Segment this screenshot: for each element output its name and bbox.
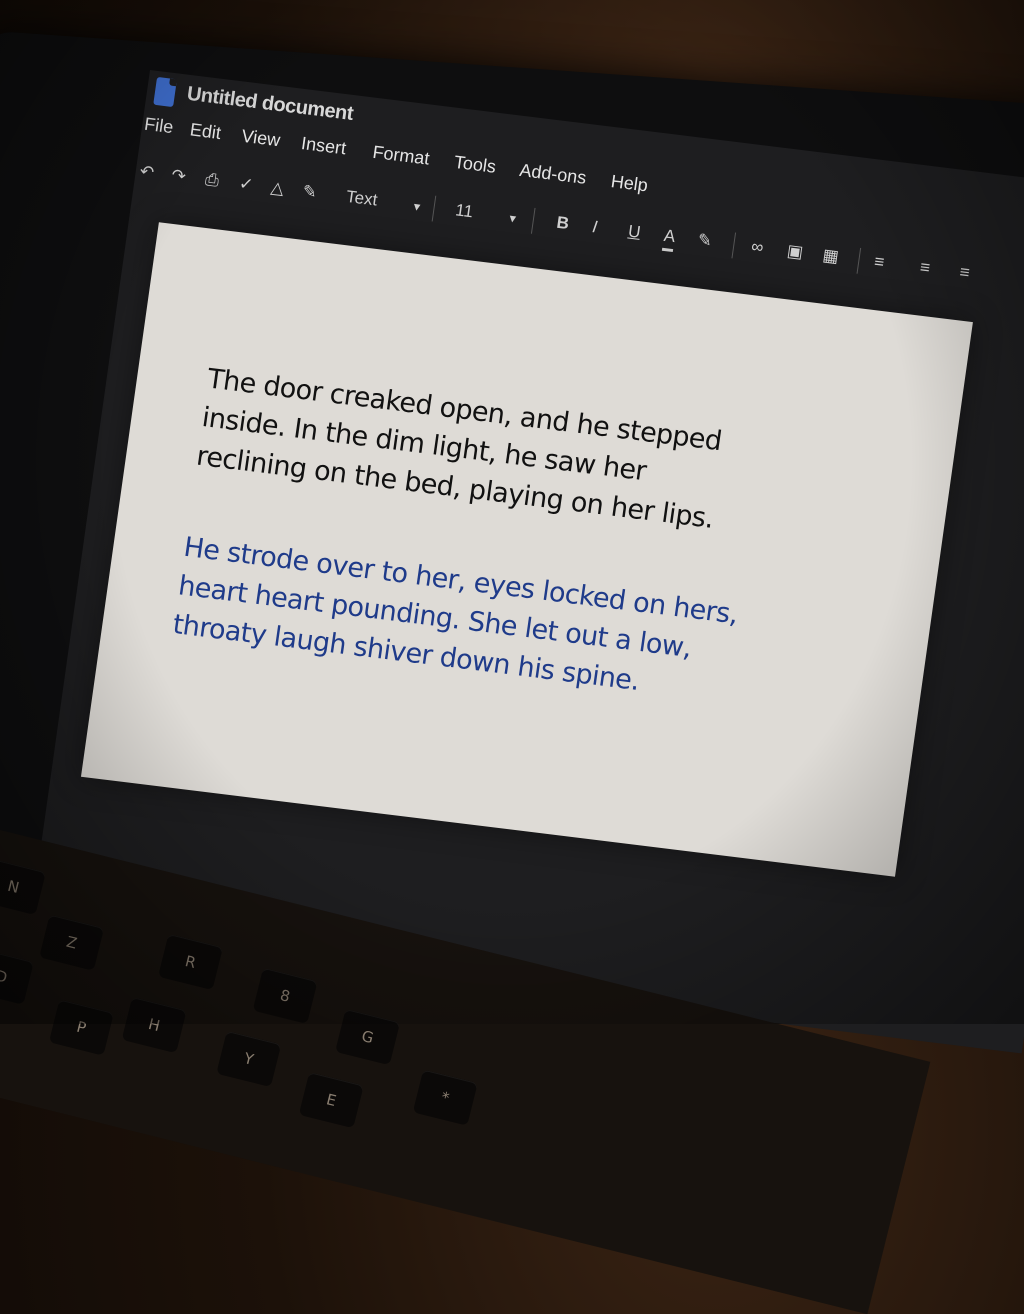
- underline-button[interactable]: U: [627, 220, 643, 245]
- spellcheck-icon[interactable]: ✓: [237, 172, 255, 198]
- key-asterisk[interactable]: *: [412, 1069, 478, 1126]
- toolbar-divider: [731, 232, 737, 259]
- toolbar-divider: [856, 247, 862, 274]
- key-z[interactable]: Z: [39, 914, 105, 971]
- paint-format-icon[interactable]: △: [269, 176, 286, 201]
- docs-icon[interactable]: [153, 76, 177, 108]
- italic-button[interactable]: I: [591, 215, 599, 239]
- menu-view[interactable]: View: [240, 126, 281, 152]
- style-select-value: Text: [345, 186, 379, 210]
- key-p[interactable]: P: [48, 999, 114, 1056]
- key-n[interactable]: N: [0, 858, 46, 916]
- paragraph-2[interactable]: He strode over to her, eyes locked on he…: [170, 528, 742, 712]
- undo-icon[interactable]: ↶: [138, 160, 156, 186]
- bold-button[interactable]: B: [555, 211, 571, 236]
- style-select[interactable]: Text ▼: [344, 185, 424, 220]
- key-y[interactable]: Y: [216, 1030, 282, 1088]
- document-page[interactable]: The door creaked open, and he stepped in…: [80, 222, 973, 877]
- highlight-icon[interactable]: ✎: [301, 180, 318, 206]
- print-icon[interactable]: ⎙: [204, 168, 221, 193]
- align-icon[interactable]: ≡: [873, 250, 886, 275]
- font-size-value: 11: [454, 200, 475, 222]
- key-g[interactable]: G: [335, 1008, 401, 1066]
- toolbar-divider: [431, 195, 437, 222]
- text-color-button[interactable]: A: [661, 223, 677, 253]
- font-size-select[interactable]: 11 ▼: [454, 198, 520, 231]
- menu-file[interactable]: File: [143, 114, 175, 138]
- menu-help[interactable]: Help: [610, 171, 650, 196]
- key-h[interactable]: H: [121, 996, 187, 1054]
- key-e[interactable]: E: [298, 1072, 364, 1129]
- line-spacing-icon[interactable]: ≡: [918, 255, 931, 280]
- menu-edit[interactable]: Edit: [189, 119, 223, 144]
- pen-icon[interactable]: ✎: [696, 228, 713, 254]
- key-r[interactable]: R: [158, 933, 223, 991]
- menu-insert[interactable]: Insert: [300, 133, 347, 159]
- key-8[interactable]: 8: [252, 967, 318, 1024]
- chevron-down-icon: ▼: [506, 212, 519, 226]
- image-icon[interactable]: ▦: [821, 243, 840, 269]
- key-d[interactable]: D: [0, 948, 34, 1005]
- list-icon[interactable]: ≡: [958, 260, 971, 285]
- comment-icon[interactable]: ▣: [785, 239, 805, 265]
- link-icon[interactable]: ∞: [750, 235, 765, 260]
- redo-icon[interactable]: ↷: [170, 164, 187, 190]
- paragraph-1[interactable]: The door creaked open, and he stepped in…: [194, 359, 766, 543]
- chevron-down-icon: ▼: [410, 200, 424, 215]
- toolbar-divider: [530, 207, 536, 234]
- menu-tools[interactable]: Tools: [453, 152, 498, 178]
